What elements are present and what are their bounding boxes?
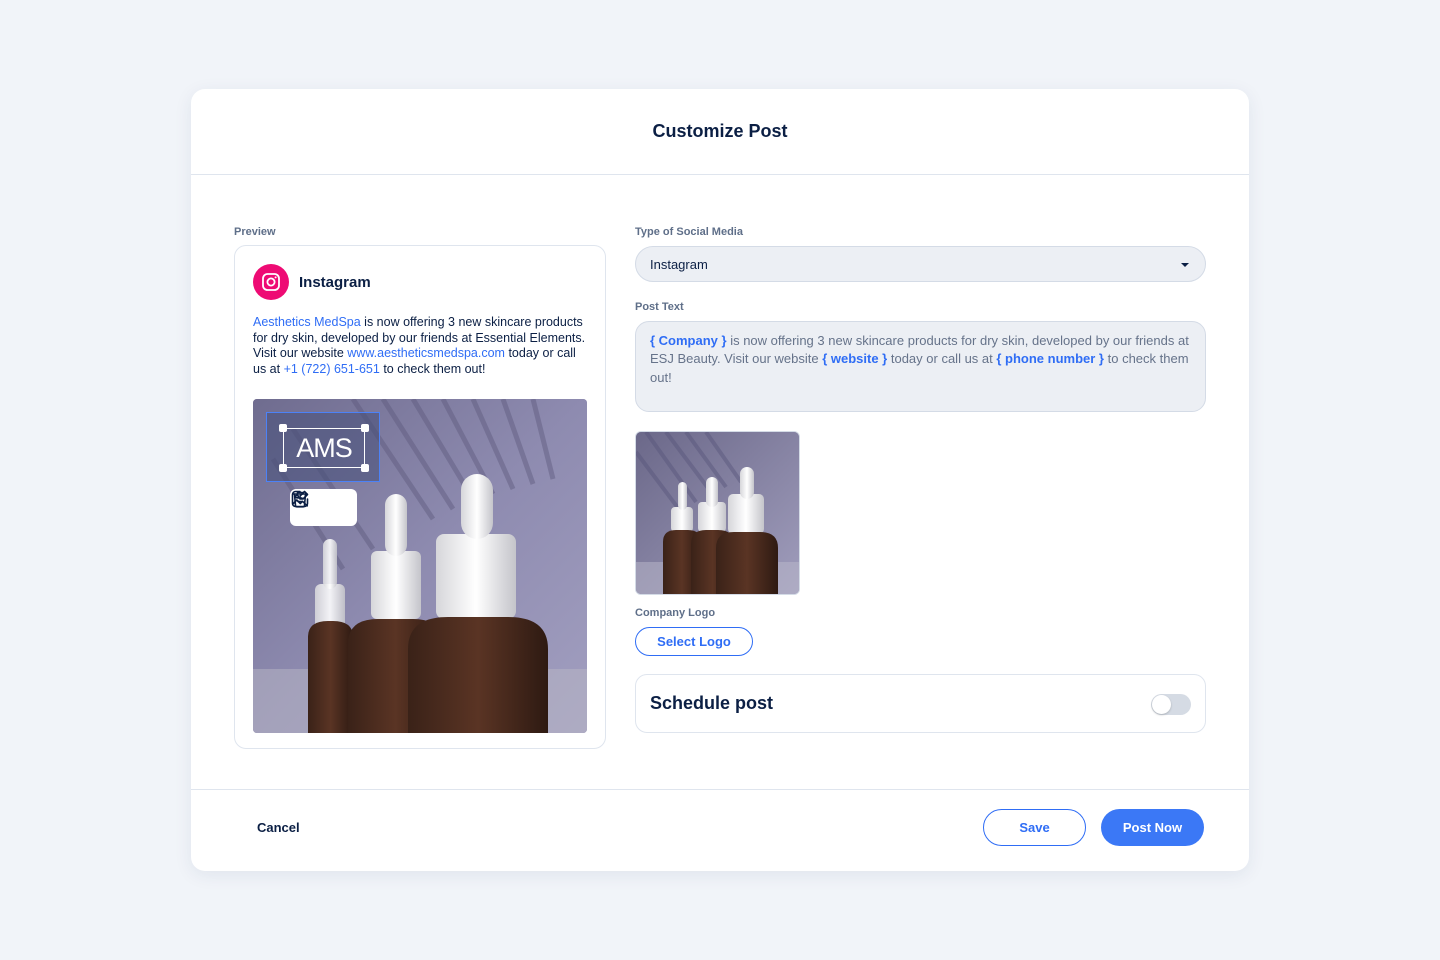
trash-icon[interactable] [292,491,349,520]
preview-post-text: Aesthetics MedSpa is now offering 3 new … [253,315,589,377]
customize-post-modal: Customize Post Preview Instagram Aesthet… [191,89,1249,871]
preview-label: Preview [234,226,276,238]
social-media-type-label: Type of Social Media [635,226,743,238]
resize-handle-top-left[interactable] [279,424,287,432]
company-logo-overlay[interactable]: AMS [283,428,365,468]
post-text-field[interactable]: { Company } is now offering 3 new skinca… [635,321,1206,412]
social-media-type-select[interactable]: Instagram [635,246,1206,282]
save-button[interactable]: Save [983,809,1086,846]
logo-toolbar [290,489,357,526]
resize-handle-bottom-right[interactable] [361,464,369,472]
resize-handle-bottom-left[interactable] [279,464,287,472]
post-now-button[interactable]: Post Now [1101,809,1204,846]
social-media-type-value: Instagram [650,256,708,272]
preview-text-segment: to check them out! [379,361,486,376]
preview-platform-header: Instagram [253,264,371,300]
phone-number-variable: { phone number } [996,351,1104,367]
post-image-thumbnail[interactable] [635,431,800,595]
preview-platform-name: Instagram [299,273,371,291]
cancel-button[interactable]: Cancel [257,820,300,835]
thumbnail-photo [636,432,799,594]
phone-link[interactable]: +1 (722) 651-651 [284,362,380,376]
schedule-post-row: Schedule post [635,674,1206,733]
preview-image: AMS [253,399,587,733]
modal-title: Customize Post [652,121,788,141]
company-variable: { Company } [650,333,727,348]
website-variable: { website } [822,351,888,367]
instagram-icon [253,264,289,300]
modal-header: Customize Post [191,89,1249,175]
toggle-knob [1152,695,1171,714]
schedule-post-label: Schedule post [650,693,774,713]
logo-overlay-selection[interactable]: AMS [266,412,380,482]
logo-text: AMS [296,432,353,463]
post-text-label: Post Text [635,301,684,313]
website-link[interactable]: www.aestheticsmedspa.com [347,346,505,360]
resize-handle-top-right[interactable] [361,424,369,432]
post-text-segment: today or call us at [887,351,997,367]
company-link[interactable]: Aesthetics MedSpa [253,315,361,329]
select-logo-button[interactable]: Select Logo [635,627,753,656]
modal-footer: Cancel Save Post Now [191,789,1249,871]
schedule-post-toggle[interactable] [1151,694,1191,715]
company-logo-label: Company Logo [635,607,716,619]
preview-card: Instagram Aesthetics MedSpa is now offer… [234,245,606,749]
dropdown-caret-icon [1181,263,1189,267]
